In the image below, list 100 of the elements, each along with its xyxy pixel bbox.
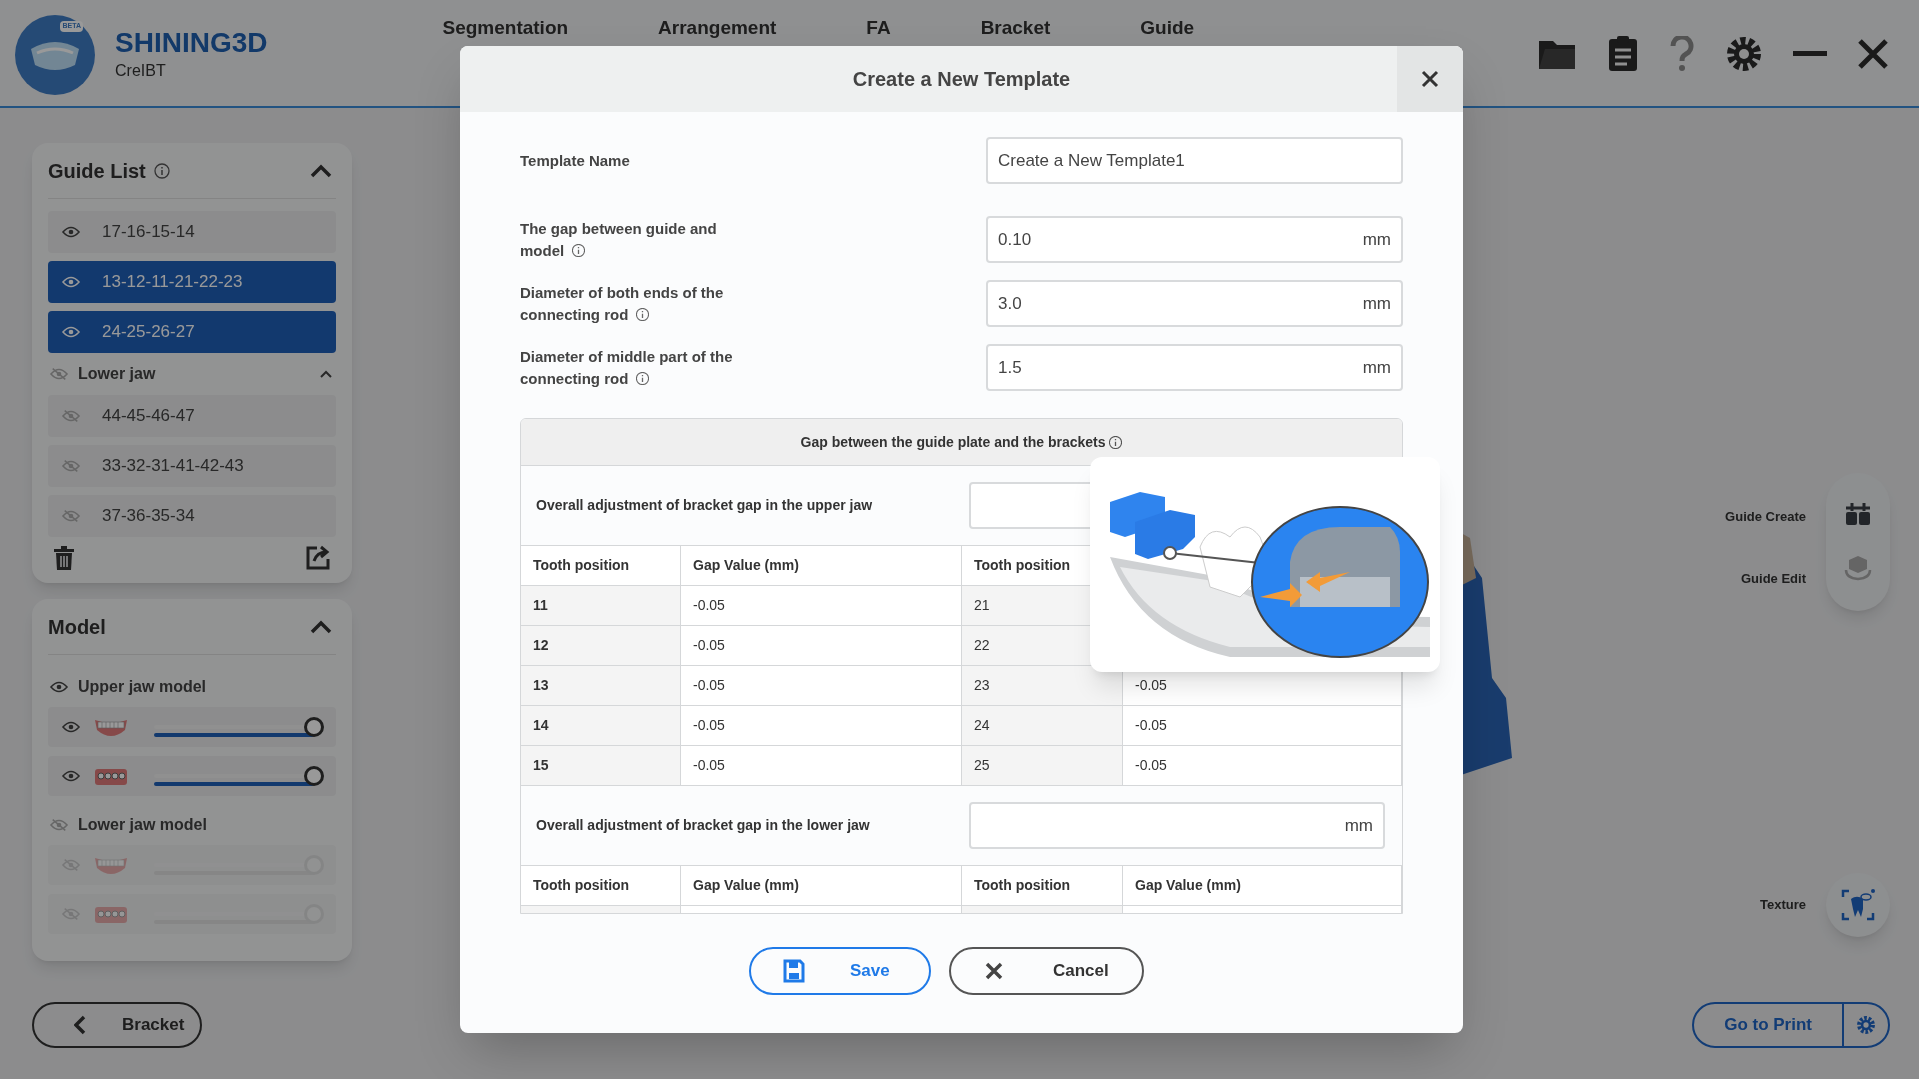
settings-icon[interactable] — [1725, 35, 1763, 73]
table-cell-text: 24 — [974, 716, 990, 735]
table-cell-text: -0.05 — [693, 596, 725, 615]
table-cell-text: -0.05 — [1135, 716, 1167, 735]
tool-label: Guide Create — [1725, 508, 1806, 526]
input-field[interactable]: 1.5 mm — [986, 344, 1403, 391]
brand-name: SHINING3D — [115, 27, 268, 59]
table-cell-text: 22 — [974, 636, 990, 655]
field-value: 1.5 — [998, 356, 1022, 379]
guide-item[interactable]: 24-25-26-27 — [48, 311, 336, 353]
table-cell-text: -0.05 — [1135, 756, 1167, 775]
eye-icon[interactable] — [62, 324, 80, 340]
field-value: 0.10 — [998, 228, 1032, 251]
unit-label: mm — [1362, 228, 1391, 251]
help-icon[interactable] — [1669, 36, 1695, 72]
tool-label: Texture — [1760, 896, 1806, 915]
back-icon — [74, 1015, 86, 1035]
save-icon — [783, 959, 805, 983]
input-field[interactable]: 3.0 mm — [986, 280, 1403, 327]
guide-label: 24-25-26-27 — [102, 321, 195, 344]
table-cell-text: 13 — [533, 676, 549, 695]
eye-icon[interactable] — [62, 768, 80, 784]
collapse-icon[interactable] — [310, 619, 332, 634]
eye-icon[interactable] — [50, 679, 68, 695]
field-label: Overall adjustment of bracket gap in the upper jaw — [536, 496, 874, 515]
field-label: Overall adjustment of bracket gap in the lower jaw — [536, 816, 871, 835]
guide-item[interactable]: 44-45-46-47 — [48, 395, 336, 437]
panel-title: Model — [48, 614, 106, 640]
input-field[interactable]: Create a New Template1 — [986, 137, 1403, 184]
slider-thumb[interactable] — [304, 766, 324, 786]
guide-label: 44-45-46-47 — [102, 405, 195, 428]
back-button[interactable]: Bracket — [32, 1002, 202, 1048]
input-field[interactable]: mm — [969, 802, 1385, 849]
settings-icon — [1856, 1015, 1876, 1035]
column-header: Tooth position — [974, 876, 1071, 895]
table-cell-text: -0.05 — [693, 676, 725, 695]
panel-title: Guide List — [48, 158, 146, 184]
field-value: 3.0 — [998, 292, 1022, 315]
guide-item[interactable]: 13-12-11-21-22-23 — [48, 261, 336, 303]
unit-label: mm — [1362, 292, 1391, 315]
column-header: Tooth position — [974, 556, 1071, 575]
cancel-button[interactable]: Cancel — [949, 947, 1144, 995]
guide-label: 13-12-11-21-22-23 — [102, 271, 243, 294]
table-cell-text: 21 — [974, 596, 990, 615]
eye-icon[interactable] — [62, 719, 80, 735]
section-title: Gap between the guide plate and the brackets — [800, 432, 1106, 452]
column-header: Tooth position — [533, 876, 630, 895]
product-name: CreIBT — [115, 61, 167, 81]
group-label: Lower jaw model — [78, 815, 207, 835]
save-button[interactable]: Save — [749, 947, 931, 995]
table-cell-text: -0.05 — [693, 636, 725, 655]
column-header: Gap Value (mm) — [693, 876, 799, 895]
guide-item[interactable]: 17-16-15-14 — [48, 211, 336, 253]
slider-thumb[interactable] — [304, 717, 324, 737]
tool-label: Guide Edit — [1741, 569, 1806, 588]
table-cell-text: 25 — [974, 756, 990, 775]
guide-create-icon[interactable] — [1844, 502, 1872, 526]
column-header: Gap Value (mm) — [693, 556, 799, 575]
collapse-icon[interactable] — [320, 370, 332, 378]
logo-icon — [15, 15, 95, 95]
eye-icon[interactable] — [62, 224, 80, 240]
eye-icon[interactable] — [62, 274, 80, 290]
dialog-title: Create a New Template — [851, 67, 1072, 92]
table-cell-text: -0.05 — [1135, 676, 1167, 695]
table-cell-text: -0.05 — [693, 716, 725, 735]
field-label: Template Name — [520, 151, 630, 169]
nav-tab[interactable]: Guide — [1140, 14, 1195, 43]
nav-tab[interactable]: Bracket — [980, 14, 1051, 43]
collapse-icon[interactable] — [310, 163, 332, 178]
export-icon[interactable] — [305, 545, 331, 571]
guide-item[interactable]: 37-36-35-34 — [48, 495, 336, 537]
trash-icon[interactable] — [53, 546, 75, 570]
group-label: Upper jaw model — [78, 677, 207, 697]
table-cell-text: 23 — [974, 676, 990, 695]
nav-tab[interactable]: Arrangement — [658, 14, 777, 43]
close-icon — [1421, 70, 1439, 88]
column-header: Gap Value (mm) — [1135, 876, 1241, 895]
field-label: The gap between guide and model — [520, 219, 717, 259]
info-icon — [1109, 435, 1123, 449]
unit-label: mm — [1344, 814, 1373, 837]
close-icon[interactable] — [1857, 38, 1889, 70]
column-header: Tooth position — [533, 556, 630, 575]
table-cell-text: 14 — [533, 716, 549, 735]
field-label: Diameter of both ends of the connecting rod — [520, 283, 724, 323]
table-cell-text: -0.05 — [693, 756, 725, 775]
nav-tab[interactable]: FA — [866, 14, 891, 43]
close-button[interactable] — [1397, 46, 1463, 112]
tooth-scan-icon — [1841, 889, 1875, 921]
guide-label: 37-36-35-34 — [102, 505, 195, 528]
unit-label: mm — [1362, 356, 1391, 379]
info-icon — [153, 162, 170, 179]
group-label: Lower jaw — [78, 364, 156, 384]
nav-tab[interactable]: Segmentation — [442, 14, 569, 43]
field-label: Diameter of middle part of the connecting rod — [520, 347, 733, 387]
table-cell-text: 11 — [533, 596, 548, 615]
minimize-icon[interactable] — [1793, 51, 1827, 57]
guide-item[interactable]: 33-32-31-41-42-43 — [48, 445, 336, 487]
input-field[interactable]: 0.10 mm — [986, 216, 1403, 263]
cancel-icon — [985, 962, 1003, 980]
clipboard-icon[interactable] — [1607, 35, 1639, 73]
